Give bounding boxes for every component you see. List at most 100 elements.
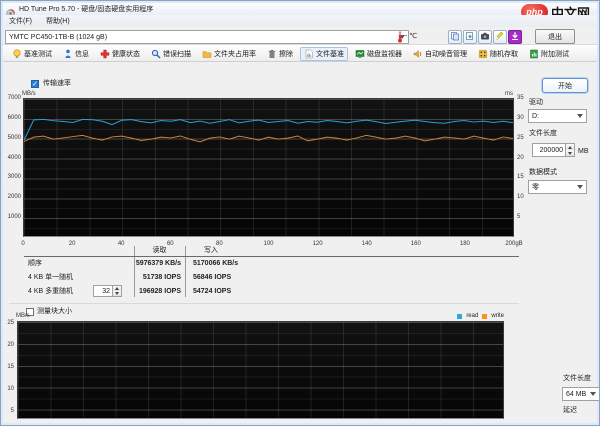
section-divider — [9, 303, 519, 304]
toolbar-item-label: 基准测试 — [24, 49, 52, 59]
row-4k-multi-write: 54724 IOPS — [193, 288, 231, 296]
block-file-length-select[interactable]: 64 MB — [562, 387, 600, 401]
toolbar-item-health[interactable]: 健康状态 — [96, 47, 144, 61]
transfer-rate-series — [24, 99, 513, 236]
latency-label: 延迟 — [563, 407, 577, 415]
y-axis-tick-left: 6000 — [1, 115, 21, 121]
toolbar-item-label: 附加测试 — [541, 49, 569, 59]
exit-button[interactable]: 退出 — [535, 29, 575, 44]
legend-swatch-read — [457, 314, 462, 319]
left-axis-unit: MB/s — [22, 91, 36, 97]
target-drive-value: D: — [532, 113, 575, 120]
right-axis-unit: ms — [493, 91, 513, 97]
toolbar-item-file-benchmark[interactable]: 文件基准 — [300, 47, 348, 61]
drive-select-value: YMTC PC450-1TB-B (1024 gB) — [9, 34, 397, 41]
block-y-axis-tick: 10 — [1, 386, 14, 392]
file-length-stepper[interactable]: 200000 — [532, 143, 575, 157]
hd-tune-window: HD Tune Pro 5.70 - 硬盘/固态硬盘实用程序 php 中文网 文… — [0, 0, 600, 426]
toolbar-item-label: 文件夹占用率 — [214, 49, 256, 59]
y-axis-tick-left: 3000 — [1, 174, 21, 180]
write-column-header: 写入 — [191, 247, 231, 255]
y-axis-tick-left: 1000 — [1, 214, 21, 220]
copy-icon — [450, 28, 460, 46]
table-header-rule — [24, 256, 519, 257]
drive-select[interactable]: YMTC PC450-1TB-B (1024 gB) — [5, 30, 409, 44]
chevron-down-icon — [590, 392, 596, 396]
block-file-length-label: 文件长度 — [563, 375, 591, 383]
x-axis-tick: 200gB — [501, 241, 527, 247]
toolbar-item-label: 错误扫描 — [163, 49, 191, 59]
start-button[interactable]: 开始 — [542, 78, 588, 93]
row-4k-single-read: 51738 IOPS — [63, 274, 181, 282]
toolbar-item-label: 自动噪音管理 — [425, 49, 467, 59]
erase-icon — [267, 49, 277, 59]
legend-label-write: write — [491, 313, 504, 319]
toolbar-item-random-access[interactable]: 随机存取 — [474, 47, 522, 61]
block-y-axis-tick: 25 — [1, 320, 14, 326]
menu-help[interactable]: 帮助(H) — [46, 16, 70, 26]
x-axis-tick: 180 — [452, 241, 478, 247]
x-axis-tick: 120 — [305, 241, 331, 247]
toolbar-item-erase[interactable]: 擦除 — [263, 47, 297, 61]
toolbar-item-folder-usage[interactable]: 文件夹占用率 — [198, 47, 260, 61]
x-axis-tick: 20 — [59, 241, 85, 247]
annotate-button[interactable] — [493, 30, 507, 44]
file-benchmark-icon — [304, 49, 314, 59]
capture-down-button[interactable] — [508, 30, 522, 44]
y-axis-tick-left: 5000 — [1, 135, 21, 141]
y-axis-tick-left: 7000 — [1, 95, 21, 101]
toolbar-item-error-scan[interactable]: 错误扫描 — [147, 47, 195, 61]
x-axis-tick: 140 — [354, 241, 380, 247]
save-image-icon — [465, 28, 475, 46]
x-axis-tick: 160 — [403, 241, 429, 247]
menu-file[interactable]: 文件(F) — [9, 16, 32, 26]
thermometer-icon — [397, 30, 403, 42]
down-arrow-icon — [510, 28, 520, 46]
data-mode-label: 数据模式 — [529, 169, 557, 177]
toolbar-item-label: 文件基准 — [316, 49, 344, 59]
block-size-plot — [17, 321, 504, 419]
transfer-rate-plot — [23, 98, 514, 237]
save-screenshot-button[interactable] — [463, 30, 477, 44]
toolbar-item-label: 磁盘监视器 — [367, 49, 402, 59]
row-sequential-label: 顺序 — [28, 260, 42, 268]
toolbar-item-label: 信息 — [75, 49, 89, 59]
block-size-label: 测量块大小 — [37, 308, 72, 316]
toolbar: 基准测试 信息 健康状态 错误扫描 文件夹占用率擦除 文件基准 磁盘监视器 自动噪音管理随机存… — [3, 45, 597, 62]
transfer-rate-label: 传输速率 — [43, 80, 71, 88]
y-axis-tick-right: 10 — [517, 194, 533, 200]
transfer-rate-checkbox[interactable]: ✓ — [31, 80, 39, 88]
toolbar-item-acoustic-mgmt[interactable]: 自动噪音管理 — [409, 47, 471, 61]
copy-screenshot-button[interactable] — [448, 30, 462, 44]
app-icon — [6, 5, 15, 14]
legend-label-read: read — [466, 313, 478, 319]
pencil-icon — [495, 28, 505, 46]
file-length-value: 200000 — [532, 143, 566, 157]
target-drive-select[interactable]: D: — [528, 109, 587, 123]
toolbar-item-extra-tests[interactable]: 附加测试 — [525, 47, 573, 61]
extra-tests-icon — [529, 49, 539, 59]
block-chart-legend: read write — [401, 313, 504, 319]
data-mode-select[interactable]: 零 — [528, 180, 587, 194]
temperature-value: - ℃ — [405, 33, 417, 41]
health-icon — [100, 49, 110, 59]
toolbar-item-disk-monitor[interactable]: 磁盘监视器 — [351, 47, 406, 61]
spinner-down-icon[interactable] — [566, 150, 574, 156]
block-y-axis-tick: 20 — [1, 342, 14, 348]
row-sequential-write: 5170066 KB/s — [193, 260, 238, 268]
chevron-down-icon — [577, 114, 583, 118]
toolbar-item-label: 健康状态 — [112, 49, 140, 59]
row-sequential-read: 5976379 KB/s — [63, 260, 181, 268]
file-length-label: 文件长度 — [529, 130, 557, 138]
row-4k-single-write: 56846 IOPS — [193, 274, 231, 282]
read-column-header: 读取 — [135, 247, 184, 255]
y-axis-tick-right: 5 — [517, 214, 533, 220]
toolbar-item-info[interactable]: 信息 — [59, 47, 93, 61]
benchmark-icon — [12, 49, 22, 59]
table-divider — [185, 246, 186, 297]
y-axis-tick-left: 2000 — [1, 194, 21, 200]
camera-icon — [480, 28, 490, 46]
drive-label: 驱动 — [529, 99, 543, 107]
toolbar-item-benchmark[interactable]: 基准测试 — [8, 47, 56, 61]
camera-capture-button[interactable] — [478, 30, 492, 44]
